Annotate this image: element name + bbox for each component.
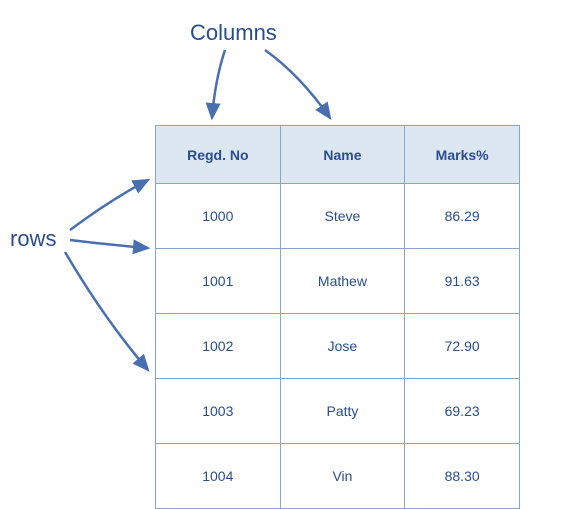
cell-marks: 72.90 <box>405 314 520 379</box>
rows-label: rows <box>10 226 56 252</box>
cell-name: Mathew <box>280 249 405 314</box>
table-row: 1000 Steve 86.29 <box>156 184 520 249</box>
table-row: 1002 Jose 72.90 <box>156 314 520 379</box>
col-header-marks: Marks% <box>405 126 520 184</box>
cell-regd: 1002 <box>156 314 281 379</box>
cell-marks: 69.23 <box>405 379 520 444</box>
table-header-row: Regd. No Name Marks% <box>156 126 520 184</box>
cell-name: Vin <box>280 444 405 509</box>
col-header-name: Name <box>280 126 405 184</box>
cell-marks: 91.63 <box>405 249 520 314</box>
cell-regd: 1000 <box>156 184 281 249</box>
cell-name: Patty <box>280 379 405 444</box>
cell-name: Steve <box>280 184 405 249</box>
cell-regd: 1003 <box>156 379 281 444</box>
cell-regd: 1004 <box>156 444 281 509</box>
cell-regd: 1001 <box>156 249 281 314</box>
col-header-regd: Regd. No <box>156 126 281 184</box>
table-row: 1001 Mathew 91.63 <box>156 249 520 314</box>
columns-label: Columns <box>190 20 277 46</box>
table-row: 1003 Patty 69.23 <box>156 379 520 444</box>
cell-marks: 88.30 <box>405 444 520 509</box>
data-table: Regd. No Name Marks% 1000 Steve 86.29 10… <box>155 125 520 509</box>
cell-marks: 86.29 <box>405 184 520 249</box>
table-row: 1004 Vin 88.30 <box>156 444 520 509</box>
cell-name: Jose <box>280 314 405 379</box>
